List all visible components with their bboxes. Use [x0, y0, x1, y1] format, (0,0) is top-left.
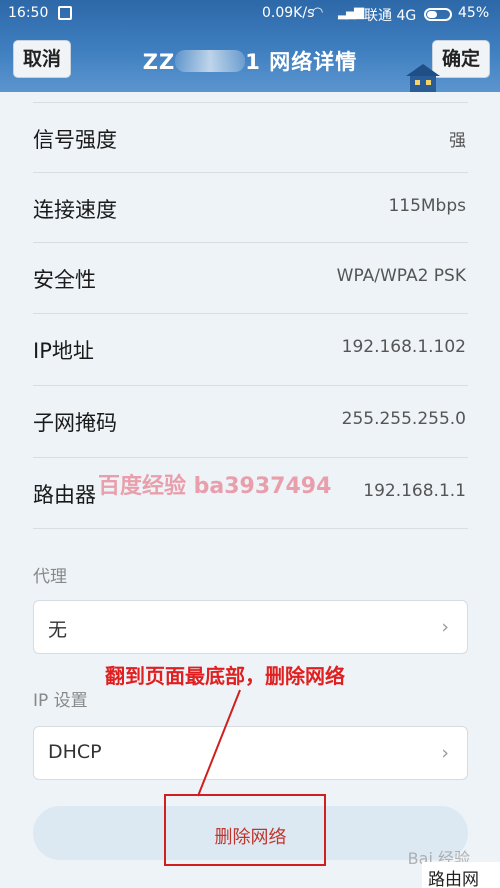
site-logo-text: 路由网: [428, 870, 479, 888]
annotation-highlight-box: [164, 794, 326, 866]
annotation-arrow-line: [197, 689, 241, 797]
site-logo: 路由网: [422, 862, 500, 888]
